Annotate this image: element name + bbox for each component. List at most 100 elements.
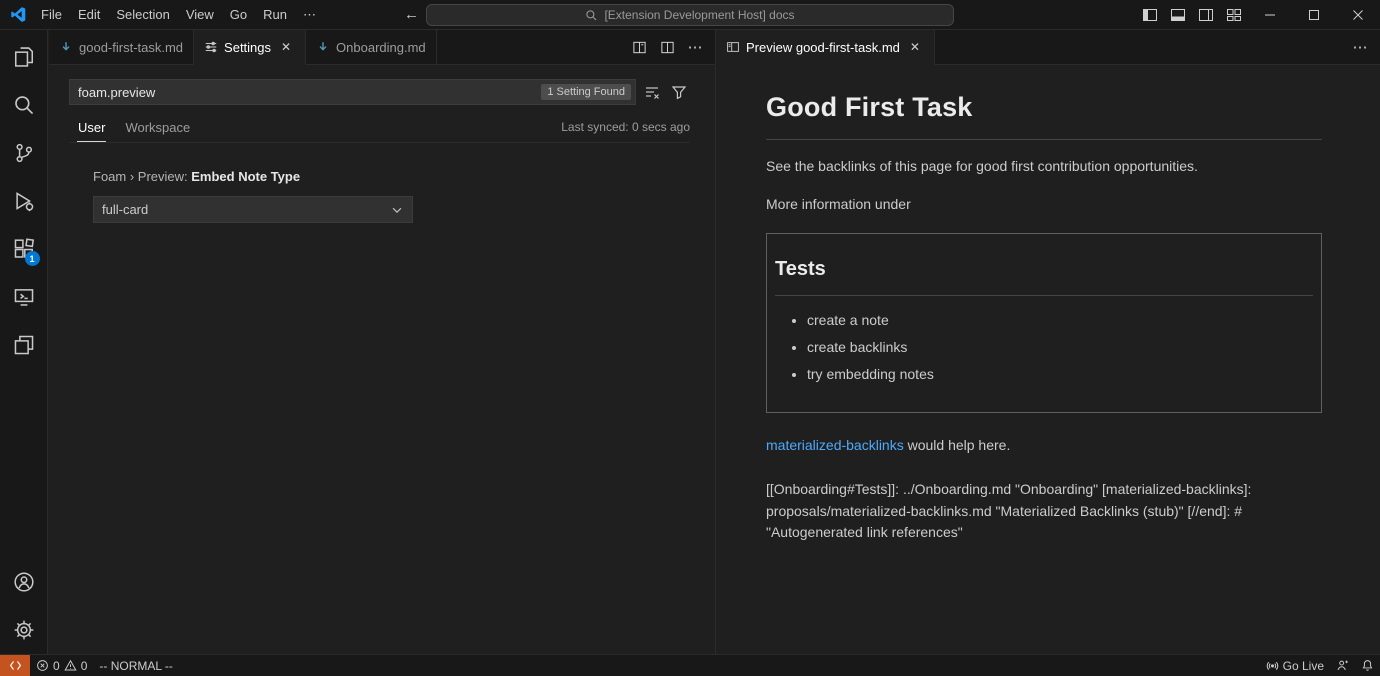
- notifications-button[interactable]: [1355, 655, 1380, 676]
- setting-label: Foam › Preview: Embed Note Type: [93, 169, 690, 184]
- list-item: create backlinks: [807, 337, 1313, 359]
- list-item: create a note: [807, 310, 1313, 332]
- close-tab-icon[interactable]: ✕: [906, 38, 924, 56]
- chevron-down-icon: [390, 203, 404, 217]
- tab-label: Settings: [224, 40, 271, 55]
- setting-name: Embed Note Type: [191, 169, 300, 184]
- minimize-button[interactable]: [1248, 0, 1292, 29]
- menu-overflow-icon[interactable]: ⋯: [295, 3, 324, 27]
- open-preview-icon: [726, 40, 740, 54]
- source-control-icon[interactable]: [0, 129, 48, 177]
- settings-count-badge: 1 Setting Found: [541, 84, 631, 100]
- feedback-icon: [1336, 659, 1349, 672]
- scope-tab-workspace[interactable]: Workspace: [124, 116, 191, 142]
- settings-scope-tabs: User Workspace Last synced: 0 secs ago: [69, 113, 690, 143]
- status-bar: 0 0 -- NORMAL -- Go Live: [0, 654, 1380, 676]
- dropdown-value: full-card: [102, 202, 148, 217]
- materialized-backlinks-link[interactable]: materialized-backlinks: [766, 437, 904, 453]
- go-live-label: Go Live: [1283, 659, 1324, 673]
- editor-layout-icon[interactable]: [655, 35, 679, 59]
- menu-file[interactable]: File: [33, 3, 70, 26]
- tab-preview-good-first-task[interactable]: Preview good-first-task.md ✕: [716, 30, 935, 65]
- editor-area: good-first-task.md Settings ✕ Onboarding…: [49, 30, 1380, 654]
- toggle-secondary-sidebar-icon[interactable]: [1192, 0, 1220, 29]
- settings-search-input[interactable]: foam.preview 1 Setting Found: [69, 79, 636, 105]
- setting-category: Foam › Preview:: [93, 169, 191, 184]
- go-live-button[interactable]: Go Live: [1260, 655, 1330, 676]
- extensions-icon[interactable]: 1: [0, 225, 48, 273]
- extensions-badge: 1: [25, 251, 40, 266]
- settings-editor: foam.preview 1 Setting Found User Worksp…: [49, 65, 715, 654]
- left-tab-actions: ⋯: [437, 30, 715, 65]
- manage-gear-icon[interactable]: [0, 606, 48, 654]
- menu-edit[interactable]: Edit: [70, 3, 108, 26]
- tab-settings[interactable]: Settings ✕: [194, 30, 306, 65]
- setting-item-embed-note-type: Foam › Preview: Embed Note Type full-car…: [93, 169, 690, 223]
- status-bar-right: Go Live: [1260, 655, 1380, 676]
- embed-heading: Tests: [775, 254, 1313, 285]
- preview-link-paragraph: materialized-backlinks would help here.: [766, 435, 1322, 457]
- tab-label: good-first-task.md: [79, 40, 183, 55]
- command-center[interactable]: [Extension Development Host] docs: [426, 4, 954, 26]
- remote-indicator[interactable]: [0, 655, 30, 676]
- vim-mode-indicator[interactable]: -- NORMAL --: [93, 655, 179, 676]
- last-synced-label: Last synced: 0 secs ago: [561, 120, 690, 142]
- back-arrow-icon[interactable]: ←: [404, 6, 419, 23]
- embed-note-type-dropdown[interactable]: full-card: [93, 196, 413, 223]
- tab-good-first-task[interactable]: good-first-task.md: [49, 30, 194, 65]
- vim-mode-text: -- NORMAL --: [99, 659, 173, 673]
- embedded-note-card: Tests create a note create backlinks try…: [766, 233, 1322, 413]
- error-count: 0: [53, 659, 60, 673]
- tab-onboarding[interactable]: Onboarding.md: [306, 30, 437, 65]
- menu-view[interactable]: View: [178, 3, 222, 26]
- right-tab-actions: ⋯: [935, 30, 1380, 65]
- close-tab-icon[interactable]: ✕: [277, 38, 295, 56]
- close-window-button[interactable]: [1336, 0, 1380, 29]
- window-controls: [1136, 0, 1380, 29]
- link-tail-text: would help here.: [904, 437, 1011, 453]
- title-bar: File Edit Selection View Go Run ⋯ ← → [E…: [0, 0, 1380, 30]
- customize-layout-icon[interactable]: [1220, 0, 1248, 29]
- menu-go[interactable]: Go: [222, 3, 255, 26]
- preview-paragraph: See the backlinks of this page for good …: [766, 156, 1322, 178]
- preview-paragraph: More information under: [766, 194, 1322, 216]
- editor-group-left: good-first-task.md Settings ✕ Onboarding…: [49, 30, 716, 654]
- settings-sliders-icon: [204, 40, 218, 54]
- markdown-file-icon: [59, 40, 73, 54]
- explorer-icon[interactable]: [0, 33, 48, 81]
- search-sidebar-icon[interactable]: [0, 81, 48, 129]
- remote-icon: [9, 659, 22, 672]
- feedback-button[interactable]: [1330, 655, 1355, 676]
- toggle-panel-icon[interactable]: [1164, 0, 1192, 29]
- run-debug-icon[interactable]: [0, 177, 48, 225]
- settings-search-row: foam.preview 1 Setting Found: [69, 79, 690, 105]
- markdown-file-icon: [316, 40, 330, 54]
- settings-search-value: foam.preview: [78, 85, 541, 100]
- menu-run[interactable]: Run: [255, 3, 295, 26]
- clear-search-filters-icon[interactable]: [641, 81, 663, 103]
- filter-funnel-icon[interactable]: [668, 81, 690, 103]
- windows-panel-icon[interactable]: [0, 321, 48, 369]
- search-icon: [585, 9, 598, 22]
- more-actions-icon[interactable]: ⋯: [1348, 35, 1372, 59]
- preview-heading: Good First Task: [766, 87, 1322, 140]
- menu-selection[interactable]: Selection: [108, 3, 177, 26]
- problems-status[interactable]: 0 0: [30, 655, 93, 676]
- maximize-button[interactable]: [1292, 0, 1336, 29]
- tab-label: Onboarding.md: [336, 40, 426, 55]
- link-references-paragraph: [[Onboarding#Tests]]: ../Onboarding.md "…: [766, 479, 1322, 544]
- account-icon[interactable]: [0, 558, 48, 606]
- list-item-text: create a note: [807, 312, 889, 328]
- right-tab-bar: Preview good-first-task.md ✕ ⋯: [716, 30, 1380, 65]
- scope-tab-user[interactable]: User: [77, 116, 106, 142]
- toggle-primary-sidebar-icon[interactable]: [1136, 0, 1164, 29]
- vscode-window: File Edit Selection View Go Run ⋯ ← → [E…: [0, 0, 1380, 676]
- bell-icon: [1361, 659, 1374, 672]
- remote-explorer-icon[interactable]: [0, 273, 48, 321]
- vscode-logo-icon: [9, 6, 27, 24]
- split-editor-icon[interactable]: [627, 35, 651, 59]
- list-item-text: create backlinks: [807, 339, 907, 355]
- command-center-label: [Extension Development Host] docs: [604, 8, 794, 22]
- left-tab-bar: good-first-task.md Settings ✕ Onboarding…: [49, 30, 715, 65]
- more-actions-icon[interactable]: ⋯: [683, 35, 707, 59]
